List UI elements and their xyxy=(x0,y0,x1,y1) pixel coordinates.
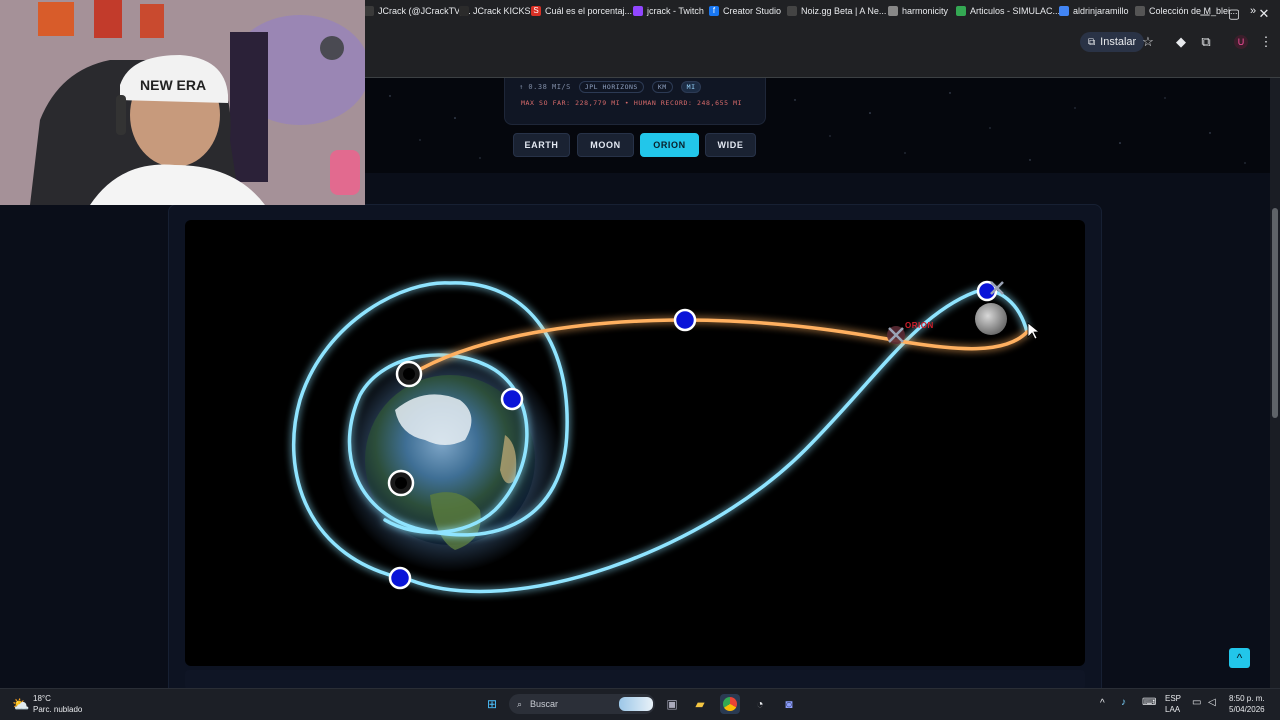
velocity-readout: ↑ 0.38 MI/S xyxy=(519,83,571,91)
orion-label: ORION xyxy=(905,321,934,330)
weather-description: Parc. nublado xyxy=(33,705,83,714)
webcam-overlay: NEW ERA xyxy=(0,0,365,205)
trajectory-svg[interactable]: ORION xyxy=(185,220,1085,666)
clock-date[interactable]: 5/04/2026 xyxy=(1229,705,1265,714)
streamer-webcam-feed: NEW ERA xyxy=(0,0,365,205)
language-code[interactable]: ESP xyxy=(1165,694,1181,703)
moon xyxy=(975,303,1007,335)
tray-overflow-icon[interactable]: ^ xyxy=(1100,698,1105,709)
bookmark-label: JCrack KICKS xyxy=(473,6,531,16)
waypoint-marker[interactable] xyxy=(388,566,412,590)
wall-poster xyxy=(140,4,164,38)
microphone-icon[interactable]: ♪ xyxy=(1121,697,1126,708)
bookmark-item[interactable]: harmonicity xyxy=(888,3,948,19)
distance-record-readout: MAX SO FAR: 228,779 MI • HUMAN RECORD: 2… xyxy=(521,99,743,107)
svg-text:NEW ERA: NEW ERA xyxy=(140,77,206,93)
telemetry-card: ↑ 0.38 MI/S JPL HORIZONS KM MI MAX SO FA… xyxy=(504,78,766,125)
bookmark-favicon-icon: f xyxy=(709,6,719,16)
install-app-button[interactable]: ⧉ Instalar xyxy=(1080,32,1145,52)
bookmark-favicon-icon xyxy=(633,6,643,16)
weather-temperature: 18°C xyxy=(33,694,51,703)
search-highlight-image xyxy=(619,697,653,711)
bookmark-favicon-icon xyxy=(888,6,898,16)
bookmark-favicon-icon xyxy=(787,6,797,16)
extensions-puzzle-icon[interactable]: ⧉ xyxy=(1197,33,1215,51)
extension-diamond-icon[interactable]: ◆ xyxy=(1172,33,1190,51)
wall-poster xyxy=(94,0,122,38)
weather-cloud-icon: ⛅ xyxy=(12,696,30,712)
bookmark-favicon-icon xyxy=(1135,6,1145,16)
waypoint-marker[interactable] xyxy=(500,387,524,411)
bookmark-favicon-icon xyxy=(364,6,374,16)
bookmark-favicon-icon xyxy=(459,6,469,16)
milestone-marker-core xyxy=(403,368,415,380)
unit-km-toggle[interactable]: KM xyxy=(651,81,673,93)
file-explorer-icon[interactable]: ▰ xyxy=(690,694,710,714)
keyboard-icon[interactable]: ⌨ xyxy=(1142,697,1156,708)
search-icon: ⌕ xyxy=(517,698,523,709)
task-view-icon[interactable]: ▣ xyxy=(662,694,682,714)
bookmark-label: Cuál es el porcentaj... xyxy=(545,6,633,16)
scroll-to-top-button[interactable]: ^ xyxy=(1229,648,1250,668)
bookmark-item[interactable]: JCrack KICKS xyxy=(459,3,531,19)
bookmark-item[interactable]: aldrinjaramillo xyxy=(1059,3,1129,19)
bookmarks-overflow-icon[interactable]: » xyxy=(1250,3,1256,19)
language-layout[interactable]: LAA xyxy=(1165,705,1180,714)
volume-icon[interactable]: ◁ xyxy=(1208,697,1216,708)
bookmark-label: Noiz.gg Beta | A Ne... xyxy=(801,6,887,16)
bookmark-item[interactable]: Noiz.gg Beta | A Ne... xyxy=(787,3,886,19)
bookmark-label: harmonicity xyxy=(902,6,949,16)
chrome-icon[interactable] xyxy=(720,694,740,714)
view-orion-button[interactable]: ORION xyxy=(640,133,699,157)
bookmark-item[interactable]: jcrack - Twitch xyxy=(633,3,704,19)
bookmark-label: aldrinjaramillo xyxy=(1073,6,1129,16)
view-moon-button[interactable]: MOON xyxy=(577,133,634,157)
bookmark-label: Colección de M_blei... xyxy=(1149,6,1238,16)
orion-spacecraft-marker[interactable]: ORION xyxy=(887,321,934,344)
headset xyxy=(116,95,126,135)
visualization-footer xyxy=(185,670,1085,688)
taskbar-search[interactable]: ⌕ Buscar xyxy=(509,694,655,714)
trajectory-visualization[interactable]: ORION xyxy=(185,220,1085,666)
network-icon[interactable]: ▭ xyxy=(1192,697,1201,708)
wall-clock xyxy=(320,36,344,60)
scrollbar-thumb[interactable] xyxy=(1272,208,1278,418)
app-icon[interactable]: ◔ xyxy=(750,694,770,714)
profile-avatar-icon[interactable]: U xyxy=(1232,33,1250,51)
milestone-marker-core xyxy=(395,477,407,489)
browser-menu-icon[interactable]: ⋮ xyxy=(1257,33,1275,51)
pink-bottle xyxy=(330,150,360,195)
bookmark-item[interactable]: Articulos - SIMULAC... xyxy=(956,3,1060,19)
windows-start-icon[interactable]: ⊞ xyxy=(482,694,502,714)
bookmark-label: Articulos - SIMULAC... xyxy=(970,6,1061,16)
mouse-cursor-icon xyxy=(1027,322,1041,340)
waypoint-marker[interactable] xyxy=(673,308,697,332)
bookmark-favicon-icon xyxy=(956,6,966,16)
bookmark-label: jcrack - Twitch xyxy=(647,6,704,16)
wall-poster xyxy=(38,2,74,36)
bookmark-item[interactable]: S Cuál es el porcentaj... xyxy=(531,3,632,19)
install-icon: ⧉ xyxy=(1088,36,1096,48)
view-wide-button[interactable]: WIDE xyxy=(705,133,756,157)
install-label: Instalar xyxy=(1100,36,1137,48)
bookmark-favicon-icon: S xyxy=(531,6,541,16)
bookmark-item[interactable]: Colección de M_blei... xyxy=(1135,3,1238,19)
unit-mi-toggle[interactable]: MI xyxy=(680,81,702,93)
discord-icon[interactable]: ◙ xyxy=(779,694,799,714)
bookmark-label: Creator Studio xyxy=(723,6,782,16)
search-placeholder: Buscar xyxy=(530,699,559,709)
bookmark-star-icon[interactable]: ☆ xyxy=(1139,33,1157,51)
bookmark-item[interactable]: f Creator Studio xyxy=(709,3,781,19)
data-source-badge: JPL HORIZONS xyxy=(578,81,644,93)
bookmark-item[interactable]: JCrack (@JCrackTV)... xyxy=(364,3,471,19)
bookmark-favicon-icon xyxy=(1059,6,1069,16)
view-earth-button[interactable]: EARTH xyxy=(513,133,570,157)
bookmark-label: JCrack (@JCrackTV)... xyxy=(378,6,471,16)
clock-time[interactable]: 8:50 p. m. xyxy=(1229,694,1265,703)
shelf xyxy=(230,32,268,182)
